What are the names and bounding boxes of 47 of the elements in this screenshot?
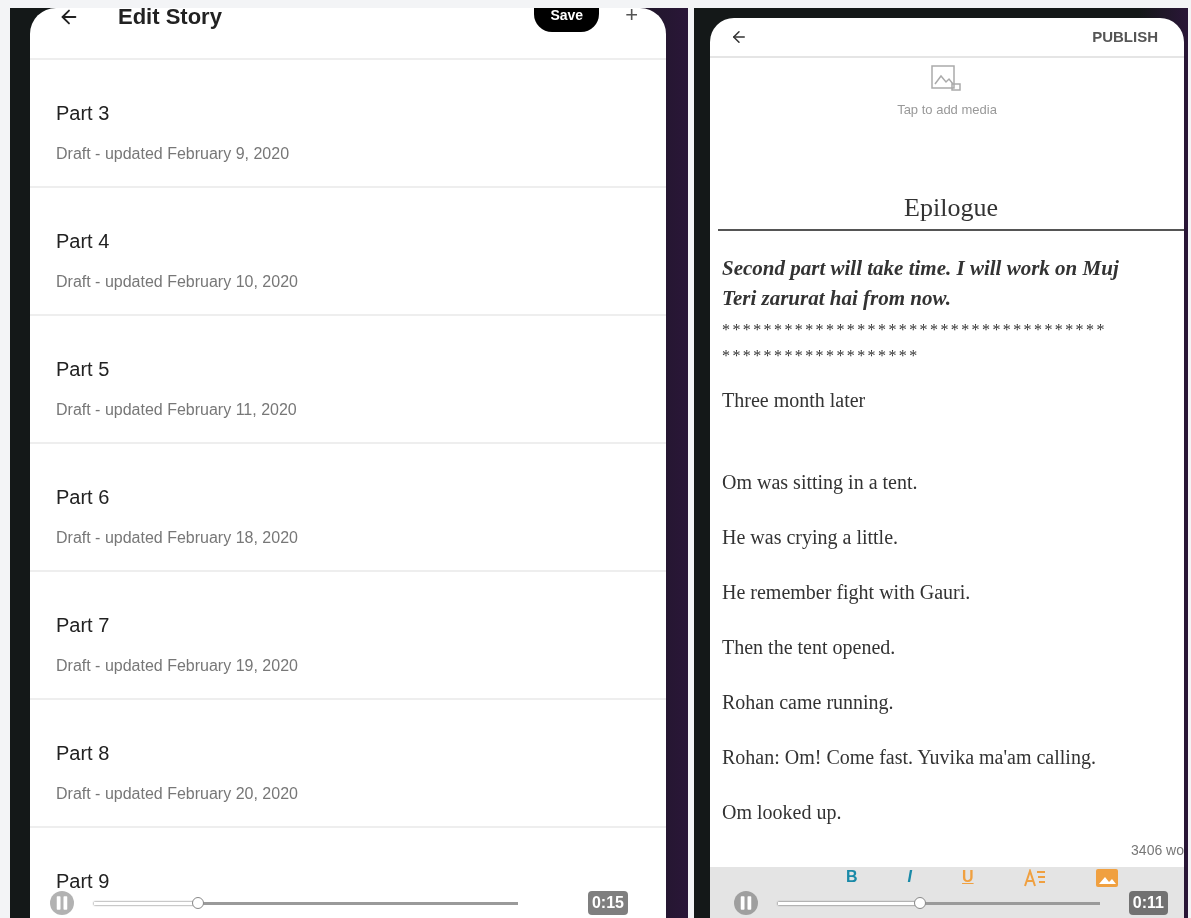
add-media-icon[interactable] — [930, 64, 964, 94]
part-title: Part 8 — [56, 741, 110, 766]
note-line: Teri zarurat hai from now. — [722, 284, 952, 312]
story-paragraph: He was crying a little. — [722, 524, 900, 550]
back-icon[interactable] — [730, 28, 748, 46]
save-button[interactable]: Save — [534, 8, 600, 32]
divider-stars: ******************* — [722, 346, 921, 365]
add-button[interactable]: + — [625, 8, 638, 31]
part-title: Part 4 — [56, 229, 110, 254]
video-time: 0:15 — [587, 891, 628, 915]
part-status: Draft - updated February 20, 2020 — [56, 784, 298, 804]
part-row[interactable]: Part 4 Draft - updated February 10, 2020 — [30, 188, 666, 316]
chapter-title: Epilogue — [904, 191, 998, 224]
note-line: Second part will take time. I will work on Muj — [722, 254, 1120, 282]
part-title: Part 9 — [56, 869, 110, 894]
part-status: Draft - updated February 18, 2020 — [56, 528, 298, 548]
part-row[interactable]: Part 3 Draft - updated February 9, 2020 — [30, 60, 666, 188]
video-time: 0:11 — [1128, 891, 1168, 915]
pause-button[interactable] — [734, 891, 758, 915]
part-row[interactable]: Part 6 Draft - updated February 18, 2020 — [30, 444, 666, 572]
part-title: Part 7 — [56, 613, 110, 638]
part-row[interactable]: Part 7 Draft - updated February 19, 2020 — [30, 572, 666, 700]
image-icon[interactable] — [1095, 868, 1118, 887]
pause-button[interactable] — [50, 891, 74, 915]
part-status: Draft - updated February 11, 2020 — [56, 400, 297, 420]
publish-button[interactable]: PUBLISH — [1092, 25, 1158, 49]
part-status: Draft - updated February 10, 2020 — [56, 272, 298, 292]
story-paragraph: Rohan came running. — [722, 689, 895, 715]
story-paragraph: He remember fight with Gauri. — [722, 579, 972, 605]
part-row[interactable]: Part 5 Draft - updated February 11, 2020 — [30, 316, 666, 444]
part-status: Draft - updated February 19, 2020 — [56, 656, 298, 676]
divider-stars: ************************************* — [722, 320, 1108, 339]
part-title: Part 3 — [56, 101, 110, 126]
word-count: 3406 wo — [1131, 840, 1184, 860]
screen-title: Edit Story — [118, 8, 222, 31]
story-paragraph: Then the tent opened. — [722, 634, 897, 660]
story-paragraph: Om looked up. — [722, 799, 843, 825]
part-status: Draft - updated February 9, 2020 — [56, 144, 290, 164]
part-title: Part 6 — [56, 485, 110, 510]
text-format-icon[interactable] — [1023, 868, 1046, 887]
story-paragraph: Om was sitting in a tent. — [722, 469, 919, 495]
seek-track[interactable] — [778, 901, 1100, 905]
part-title: Part 5 — [56, 357, 110, 382]
seek-track[interactable] — [94, 901, 518, 905]
story-paragraph: Rohan: Om! Come fast. Yuvika ma'am calling. — [722, 744, 1097, 770]
part-row[interactable]: Part 8 Draft - updated February 20, 2020 — [30, 700, 666, 828]
story-paragraph: Three month later — [722, 387, 867, 413]
